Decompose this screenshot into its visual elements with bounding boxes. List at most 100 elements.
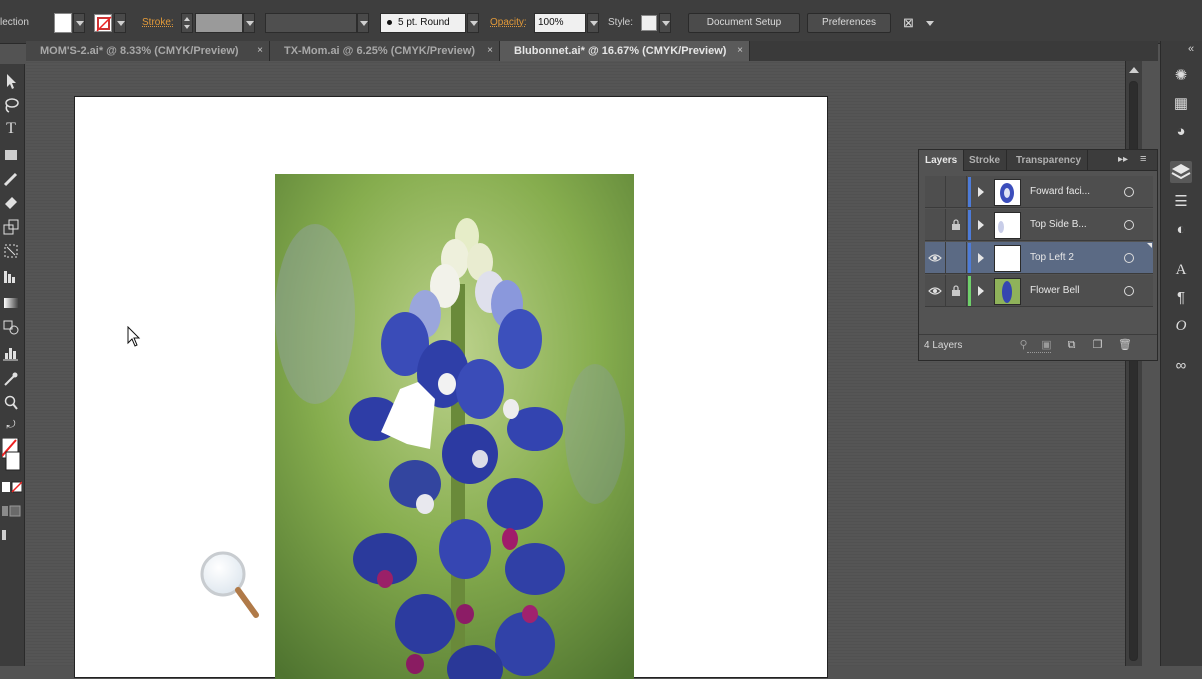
graph-tool-icon[interactable] (2, 344, 20, 362)
layer-name[interactable]: Top Side B... (1030, 209, 1087, 241)
new-layer-icon[interactable]: ❐ (1091, 339, 1104, 352)
expand-arrow-icon[interactable] (978, 187, 984, 197)
type-tool-icon[interactable]: T (2, 120, 20, 138)
fill-dropdown[interactable] (73, 13, 85, 33)
shape-builder-tool-icon[interactable] (2, 268, 20, 286)
stroke-weight-dropdown[interactable] (243, 13, 255, 33)
tab-layers[interactable]: Layers (919, 150, 965, 171)
artboard[interactable] (74, 96, 828, 679)
make-clipping-mask-icon[interactable]: ▣ (1040, 339, 1053, 352)
zoom-tool-icon[interactable] (2, 394, 20, 412)
close-icon[interactable]: × (737, 41, 743, 61)
style-swatch[interactable] (641, 15, 657, 31)
tab-blubonnet[interactable]: Blubonnet.ai* @ 16.67% (CMYK/Preview) × (500, 41, 750, 61)
drawing-mode-icons[interactable] (2, 504, 21, 522)
layer-row[interactable]: Foward faci... (925, 176, 1153, 208)
layer-thumbnail (994, 278, 1021, 305)
opacity-dropdown[interactable] (587, 13, 599, 33)
symbols-icon[interactable]: ✺ (1170, 65, 1192, 87)
eraser-tool-icon[interactable] (2, 192, 20, 210)
target-circle-icon[interactable] (1124, 286, 1134, 296)
color-mode-icons[interactable] (2, 480, 23, 498)
variable-width-dropdown[interactable] (357, 13, 369, 33)
scroll-up-icon[interactable] (1129, 67, 1139, 73)
visibility-toggle[interactable] (925, 242, 946, 274)
fill-stroke-swatches[interactable] (1, 437, 22, 472)
target-circle-icon[interactable] (1124, 220, 1134, 230)
tab-transparency[interactable]: Transparency (1010, 150, 1089, 170)
tab-moms-2[interactable]: MOM'S-2.ai* @ 8.33% (CMYK/Preview) × (26, 41, 270, 61)
layer-name[interactable]: Foward faci... (1030, 176, 1090, 208)
layer-row-selected[interactable]: Top Left 2 (925, 242, 1153, 274)
stroke-lines-icon[interactable]: ☰ (1170, 191, 1192, 213)
tab-label: TX-Mom.ai @ 6.25% (CMYK/Preview) (284, 45, 476, 57)
free-transform-tool-icon[interactable] (2, 242, 20, 260)
new-sublayer-icon[interactable]: ⧉ (1065, 339, 1078, 352)
brush-field[interactable]: 5 pt. Round (380, 13, 466, 33)
locate-object-icon[interactable]: ⚲ (1017, 339, 1030, 352)
visibility-toggle[interactable] (925, 176, 946, 208)
opacity-label[interactable]: Opacity: (490, 17, 527, 28)
target-circle-icon[interactable] (1124, 253, 1134, 263)
layer-color (968, 276, 971, 306)
grid-icon[interactable]: ▦ (1170, 93, 1192, 115)
rectangle-tool-icon[interactable] (2, 146, 20, 164)
lock-toggle[interactable] (946, 242, 967, 274)
preferences-button[interactable]: Preferences (807, 13, 891, 33)
layers-icon[interactable] (1170, 161, 1192, 183)
visibility-toggle[interactable] (925, 209, 946, 241)
tab-stroke[interactable]: Stroke (963, 150, 1008, 170)
stroke-swatch[interactable] (94, 14, 112, 32)
stroke-weight-stepper[interactable] (181, 13, 193, 33)
target-circle-icon[interactable] (1124, 187, 1134, 197)
layer-row[interactable]: Flower Bell (925, 275, 1153, 307)
transparency-icon[interactable]: ◐ (1170, 219, 1192, 241)
palette-icon[interactable]: ◕ (1170, 121, 1192, 143)
collapse-dock-icon[interactable]: « (1188, 43, 1194, 55)
character-icon[interactable]: A (1170, 259, 1192, 281)
expand-arrow-icon[interactable] (978, 220, 984, 230)
paragraph-icon[interactable]: ¶ (1170, 287, 1192, 309)
bluebonnet-flower-illustration (275, 174, 634, 679)
links-icon[interactable]: ∞ (1170, 355, 1192, 377)
trash-icon[interactable]: 🗑 (1118, 339, 1132, 352)
style-dropdown[interactable] (659, 13, 671, 33)
opacity-field[interactable]: 100% (534, 13, 586, 33)
resize-grip[interactable] (1027, 352, 1051, 356)
brush-dropdown[interactable] (467, 13, 479, 33)
panel-menu-icon[interactable]: ≡ (1140, 153, 1146, 165)
fill-swatch[interactable] (54, 13, 72, 33)
opentype-icon[interactable]: O (1170, 315, 1192, 337)
tab-tx-mom[interactable]: TX-Mom.ai @ 6.25% (CMYK/Preview) × (270, 41, 500, 61)
eyedropper-tool-icon[interactable] (2, 370, 20, 388)
layer-name[interactable]: Flower Bell (1030, 275, 1079, 307)
document-setup-button[interactable]: Document Setup (688, 13, 800, 33)
expand-panel-icon[interactable]: ▸▸ (1118, 154, 1128, 165)
blend-tool-icon[interactable] (2, 318, 20, 336)
pencil-tool-icon[interactable] (2, 170, 20, 188)
close-icon[interactable]: × (257, 41, 263, 61)
expand-arrow-icon[interactable] (978, 253, 984, 263)
lasso-tool-icon[interactable] (2, 96, 20, 114)
variable-width-field[interactable] (265, 13, 357, 33)
close-icon[interactable]: × (487, 41, 493, 61)
layer-name[interactable]: Top Left 2 (1030, 242, 1074, 274)
bluebonnet-photo[interactable] (275, 174, 634, 679)
swap-colors-icon[interactable]: ⤾ (2, 416, 20, 434)
lock-toggle[interactable] (946, 176, 967, 208)
visibility-toggle[interactable] (925, 275, 946, 307)
screen-mode-icon[interactable] (2, 528, 20, 546)
magnifier-icon (200, 551, 259, 618)
expand-arrow-icon[interactable] (978, 286, 984, 296)
stroke-weight-field[interactable] (195, 13, 243, 33)
gradient-tool-icon[interactable] (2, 294, 20, 312)
lock-toggle[interactable] (946, 209, 967, 241)
lock-toggle[interactable] (946, 275, 967, 307)
scale-tool-icon[interactable] (2, 218, 20, 236)
stroke-dropdown[interactable] (114, 13, 126, 33)
stroke-label[interactable]: Stroke: (142, 17, 174, 28)
arrange-documents-icon[interactable]: ⊠ (903, 13, 921, 33)
layer-row[interactable]: Top Side B... (925, 209, 1153, 241)
selection-tool-icon[interactable] (2, 72, 20, 90)
arrange-dropdown[interactable] (925, 13, 935, 33)
